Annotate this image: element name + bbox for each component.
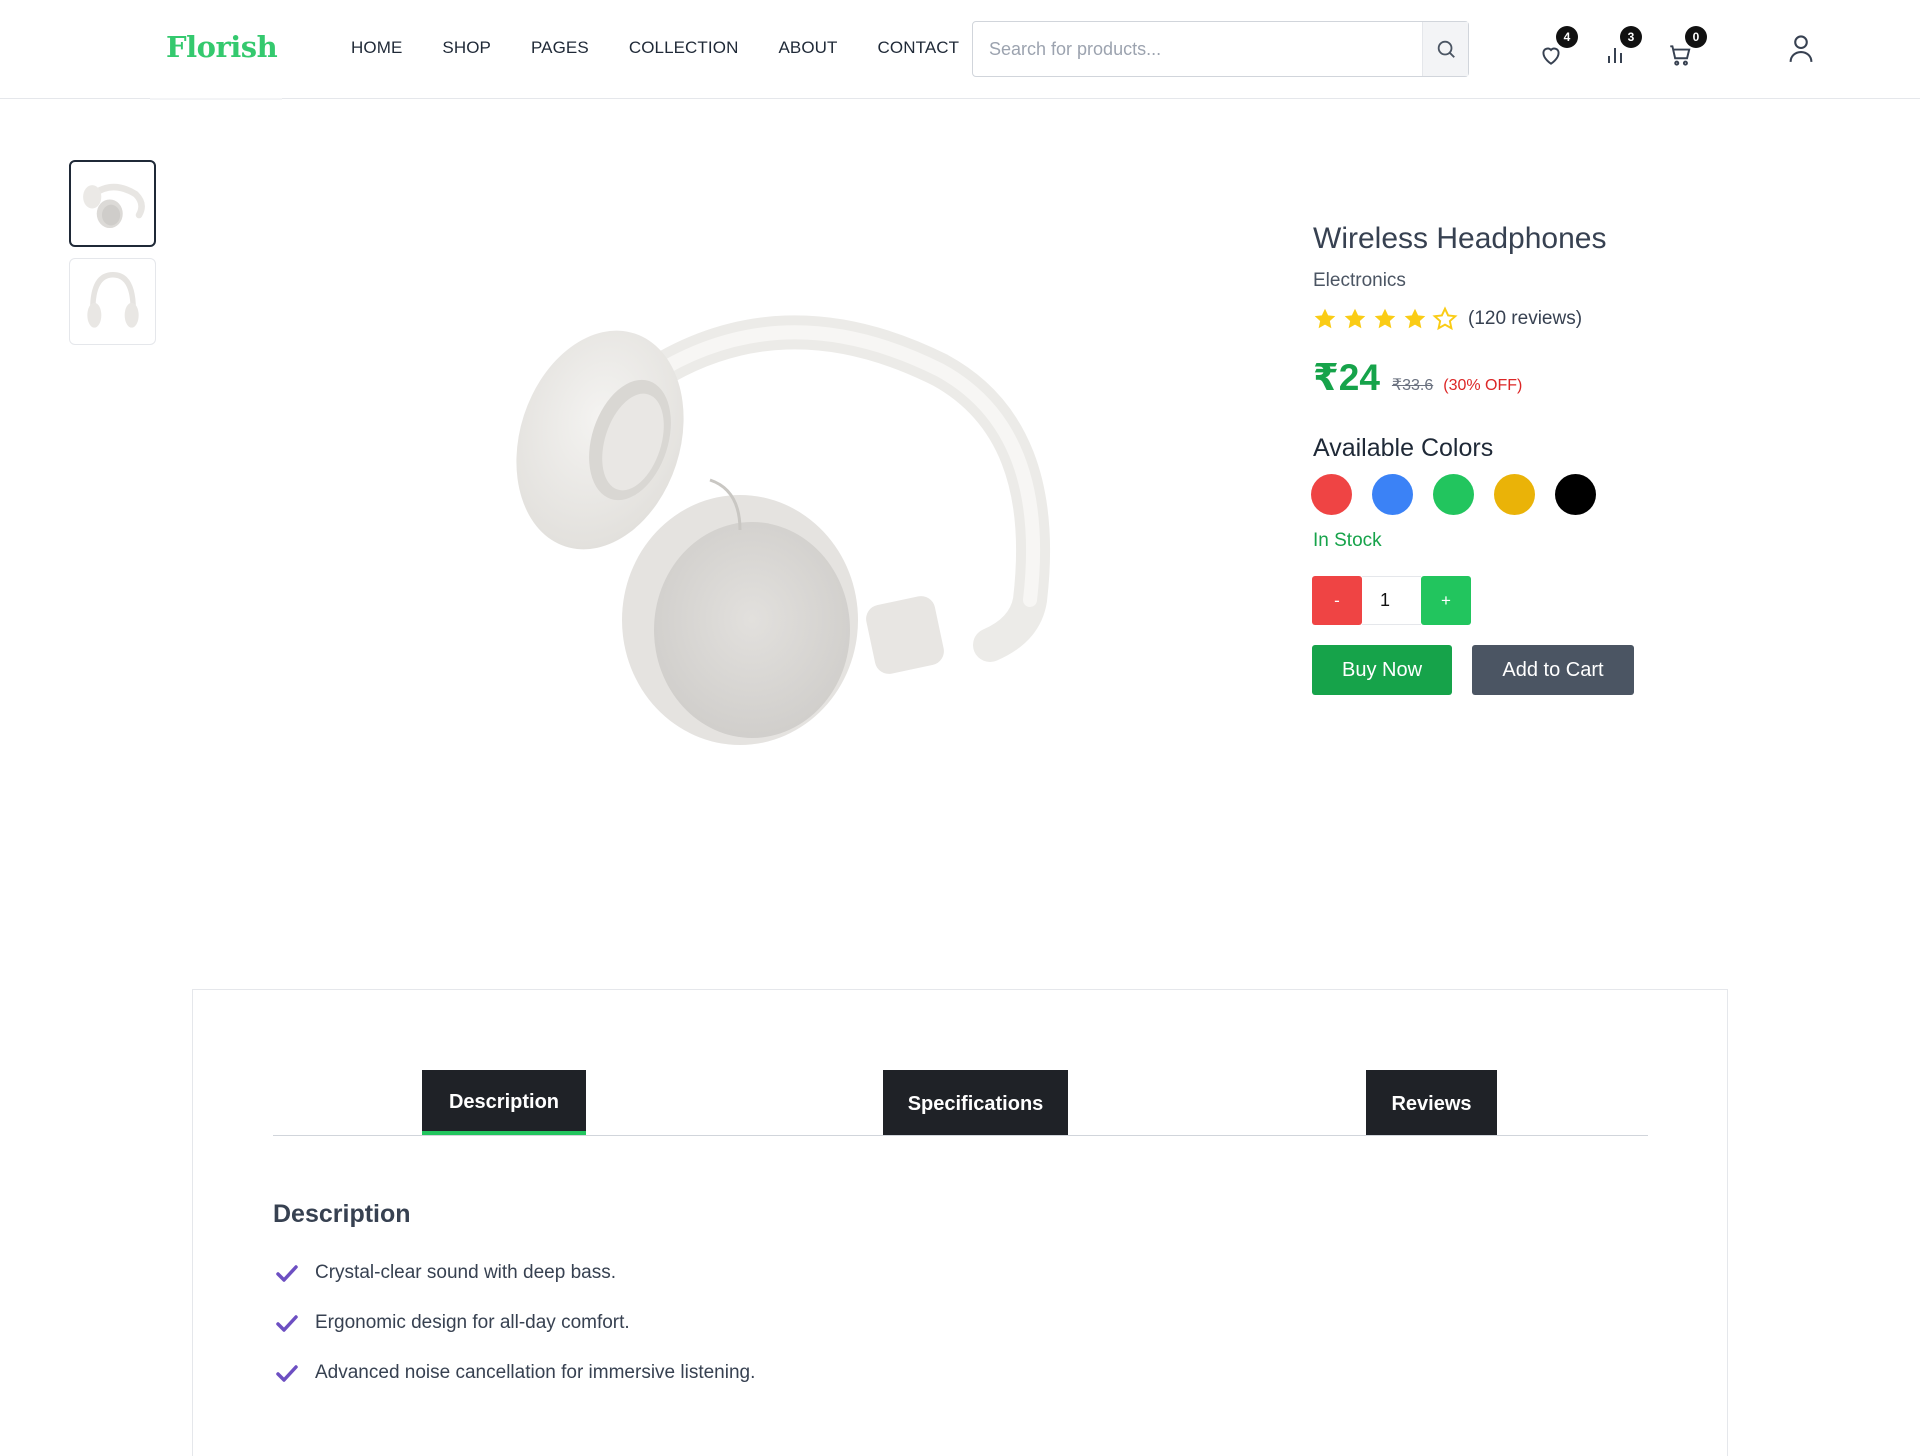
compare-button[interactable]: 3 (1600, 26, 1642, 70)
nav-pages[interactable]: PAGES (531, 38, 589, 58)
check-icon (276, 1365, 298, 1382)
nav-home[interactable]: HOME (351, 38, 402, 58)
color-swatch-green[interactable] (1433, 474, 1474, 515)
wishlist-count-badge: 4 (1556, 26, 1578, 48)
search-button[interactable] (1422, 22, 1468, 76)
nav-contact[interactable]: CONTACT (878, 38, 960, 58)
search-bar (972, 21, 1469, 77)
star-filled-icon (1344, 308, 1366, 329)
description-point-text: Crystal-clear sound with deep bass. (315, 1262, 616, 1283)
color-swatch-red[interactable] (1311, 474, 1352, 515)
active-tab-indicator (422, 1131, 586, 1135)
main-nav: HOME SHOP PAGES COLLECTION ABOUT CONTACT (351, 38, 999, 58)
price-row: ₹24 ₹33.6 (30% OFF) (1313, 356, 1522, 399)
quantity-decrease-button[interactable]: - (1312, 576, 1362, 625)
check-icon (276, 1315, 298, 1332)
cart-count-badge: 0 (1685, 26, 1707, 48)
colors-heading: Available Colors (1313, 434, 1494, 462)
tab-reviews[interactable]: Reviews (1366, 1070, 1497, 1135)
color-swatch-yellow[interactable] (1494, 474, 1535, 515)
site-header: Florish HOME SHOP PAGES COLLECTION ABOUT… (0, 0, 1920, 100)
search-icon (1437, 40, 1455, 58)
color-swatch-blue[interactable] (1372, 474, 1413, 515)
headphones-image (516, 315, 1051, 745)
check-icon (276, 1265, 298, 1282)
product-title: Wireless Headphones (1313, 222, 1607, 255)
buy-now-button[interactable]: Buy Now (1312, 645, 1452, 695)
compare-count-badge: 3 (1620, 26, 1642, 48)
product-category[interactable]: Electronics (1313, 270, 1406, 292)
star-filled-icon (1404, 308, 1426, 329)
cart-button[interactable]: 0 (1665, 26, 1707, 70)
star-outline-icon (1432, 306, 1458, 331)
color-swatch-black[interactable] (1555, 474, 1596, 515)
thumbnail-2[interactable] (69, 258, 156, 345)
search-input[interactable] (973, 22, 1422, 76)
add-to-cart-button[interactable]: Add to Cart (1472, 645, 1634, 695)
star-filled-icon (1314, 308, 1336, 329)
review-count[interactable]: (120 reviews) (1468, 308, 1582, 330)
list-item: Ergonomic design for all-day comfort. (275, 1298, 755, 1348)
description-point-text: Ergonomic design for all-day comfort. (315, 1312, 630, 1333)
product-rating: (120 reviews) (1312, 306, 1582, 332)
wishlist-button[interactable]: 4 (1536, 26, 1578, 70)
quantity-increase-button[interactable]: + (1421, 576, 1471, 625)
stock-status: In Stock (1313, 530, 1382, 551)
tab-description-label: Description (448, 1090, 560, 1113)
brand-logo[interactable]: Florish (166, 30, 278, 64)
tab-reviews-label: Reviews (1391, 1093, 1472, 1115)
original-price: ₹33.6 (1391, 377, 1434, 394)
thumbnail-1[interactable] (69, 160, 156, 247)
star-filled-icon (1374, 308, 1396, 329)
nav-shop[interactable]: SHOP (442, 38, 491, 58)
nav-about[interactable]: ABOUT (778, 38, 837, 58)
tabs-divider (273, 1135, 1648, 1136)
tab-specifications[interactable]: Specifications (883, 1070, 1068, 1135)
headphones-thumbnail-image (82, 183, 145, 228)
account-button[interactable] (1786, 33, 1816, 63)
discount-label: (30% OFF) (1443, 377, 1523, 394)
description-heading: Description (273, 1200, 411, 1228)
list-item: Advanced noise cancellation for immersiv… (275, 1348, 755, 1398)
tab-description[interactable]: Description (422, 1070, 586, 1135)
nav-collection[interactable]: COLLECTION (629, 38, 739, 58)
headphones-front-thumbnail-image (86, 271, 139, 328)
current-price: ₹24 (1313, 357, 1380, 398)
description-point-text: Advanced noise cancellation for immersiv… (315, 1362, 756, 1383)
logo-underline (150, 98, 282, 100)
color-swatches (1311, 474, 1596, 515)
quantity-input[interactable]: 1 (1362, 576, 1421, 625)
user-icon (1789, 35, 1813, 62)
product-main-image (470, 300, 1070, 780)
list-item: Crystal-clear sound with deep bass. (275, 1248, 755, 1298)
quantity-stepper: - 1 + (1312, 576, 1471, 625)
tab-specifications-label: Specifications (907, 1093, 1044, 1115)
bar-chart-icon (1608, 48, 1622, 63)
description-points: Crystal-clear sound with deep bass. Ergo… (275, 1248, 755, 1398)
